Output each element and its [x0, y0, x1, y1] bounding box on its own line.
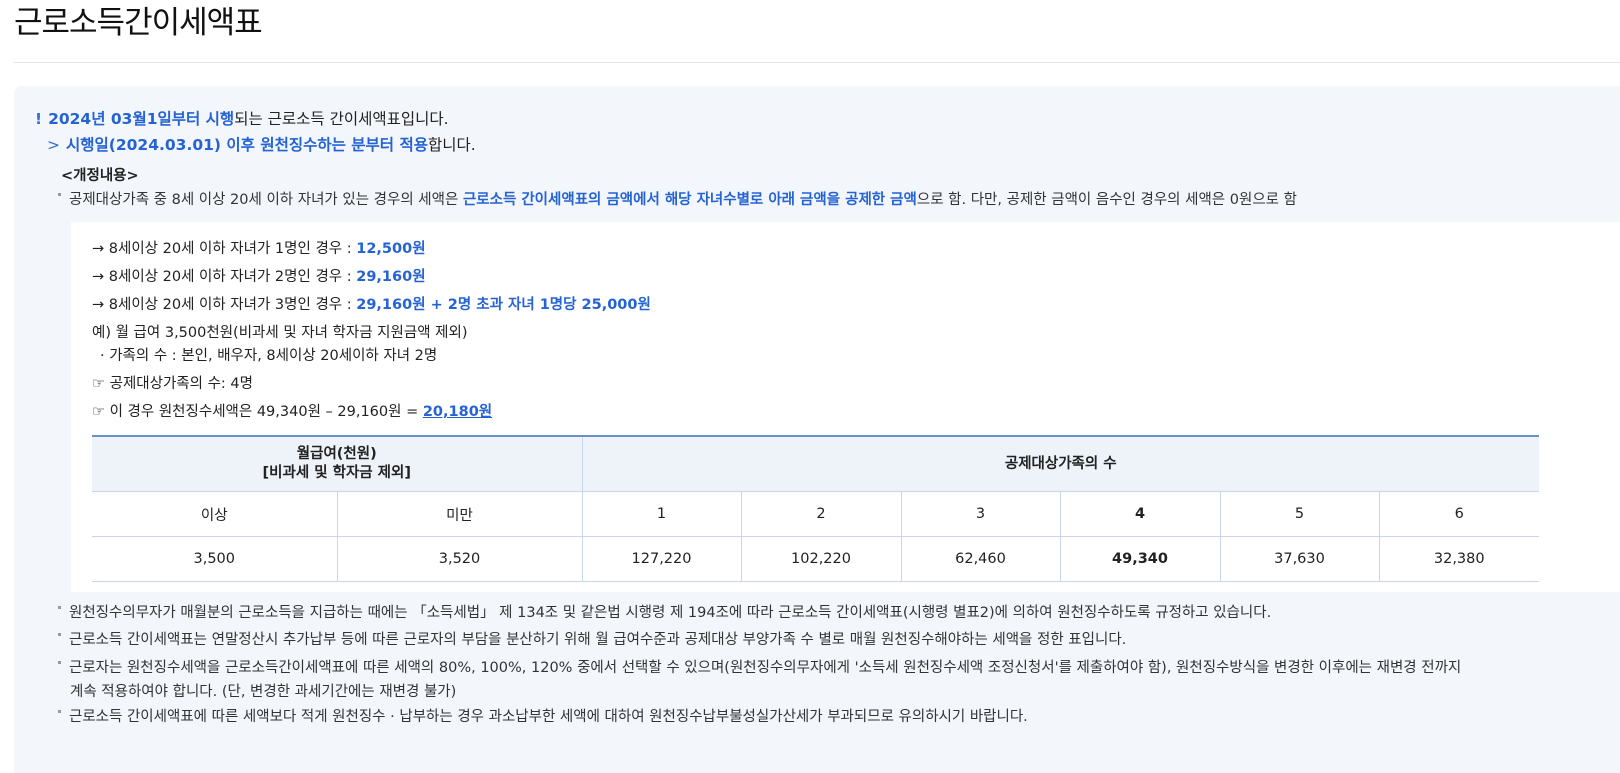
exclamation-icon: ! — [35, 110, 43, 128]
table-cell: 3,520 — [337, 536, 583, 582]
col-header-min: 이상 — [92, 491, 338, 537]
revision-highlight: 근로소득 간이세액표의 금액에서 해당 자녀수별로 아래 금액을 공제한 금액 — [462, 192, 917, 208]
child-deduction-2: → 8세이상 20세 이하 자녀가 2명인 경우 : 29,160원 — [92, 269, 426, 285]
footnote-item: 원천징수의무자가 매월분의 근로소득을 지급하는 때에는 「소득세법」 제 13… — [58, 601, 1271, 625]
example-result: ☞ 이 경우 원천징수세액은 49,340원 – 29,160원 = 20,18… — [92, 404, 493, 420]
col-header-family-3: 3 — [901, 491, 1061, 537]
footnote-item: 근로자는 원천징수세액을 근로소득간이세액표에 따른 세액의 80%, 100%… — [58, 656, 1461, 704]
table-cell-highlight: 49,340 — [1060, 536, 1221, 582]
table-cell: 127,220 — [582, 536, 742, 582]
notice-effective-text: 되는 근로소득 간이세액표입니다. — [234, 110, 449, 128]
table-cell: 102,220 — [741, 536, 902, 582]
revision-heading: <개정내용> — [61, 168, 139, 184]
footnote-item: 근로소득 간이세액표는 연말정산시 추가납부 등에 따른 근로자의 부담을 분산… — [58, 628, 1126, 652]
family-count-header: 공제대상가족의 수 — [582, 435, 1539, 492]
bullet-dot — [58, 192, 61, 196]
table-cell: 3,500 — [92, 536, 338, 582]
child-deduction-1: → 8세이상 20세 이하 자녀가 1명인 경우 : 12,500원 — [92, 241, 426, 257]
col-header-family-4: 4 — [1060, 491, 1221, 537]
col-header-max: 미만 — [337, 491, 583, 537]
col-header-family-2: 2 — [741, 491, 902, 537]
notice-apply-text: 합니다. — [427, 136, 476, 154]
example-deduct-count: ☞ 공제대상가족의 수: 4명 — [92, 376, 253, 392]
example-salary: 예) 월 급여 3,500천원(비과세 및 자녀 학자금 지원금액 제외) — [92, 325, 468, 341]
footnote-item: 근로소득 간이세액표에 따른 세액보다 적게 원천징수 · 납부하는 경우 과소… — [58, 705, 1028, 729]
revision-bullet: 공제대상가족 중 8세 이상 20세 이하 자녀가 있는 경우의 세액은 근로소… — [58, 188, 1297, 212]
col-header-family-6: 6 — [1379, 491, 1539, 537]
result-value-link[interactable]: 20,180원 — [423, 404, 492, 420]
child-deduction-3: → 8세이상 20세 이하 자녀가 3명인 경우 : 29,160원 + 2명 … — [92, 297, 651, 313]
col-header-family-1: 1 — [582, 491, 742, 537]
notice-effective-date: ! 2024년 03월1일부터 시행되는 근로소득 간이세액표입니다. — [35, 106, 449, 132]
title-divider — [14, 62, 1620, 63]
notice-effective-highlight: 2024년 03월1일부터 시행 — [48, 110, 235, 128]
notice-apply-highlight: 시행일(2024.03.01) 이후 원천징수하는 분부터 적용 — [66, 136, 428, 154]
table-row: 3,500 3,520 127,220 102,220 62,460 49,34… — [92, 536, 1539, 582]
salary-header: 월급여(천원) [비과세 및 학자금 제외] — [92, 435, 583, 492]
chevron-right-icon: > — [47, 136, 60, 154]
example-family: · 가족의 수 : 본인, 배우자, 8세이상 20세이하 자녀 2명 — [100, 348, 438, 364]
page-title: 근로소득간이세액표 — [14, 5, 263, 41]
table-cell: 37,630 — [1220, 536, 1380, 582]
tax-table: 월급여(천원) [비과세 및 학자금 제외] 공제대상가족의 수 이상 미만 1… — [92, 435, 1539, 582]
table-cell: 62,460 — [901, 536, 1061, 582]
notice-apply-rule: > 시행일(2024.03.01) 이후 원천징수하는 분부터 적용합니다. — [47, 132, 476, 158]
table-cell: 32,380 — [1379, 536, 1539, 582]
col-header-family-5: 5 — [1220, 491, 1380, 537]
